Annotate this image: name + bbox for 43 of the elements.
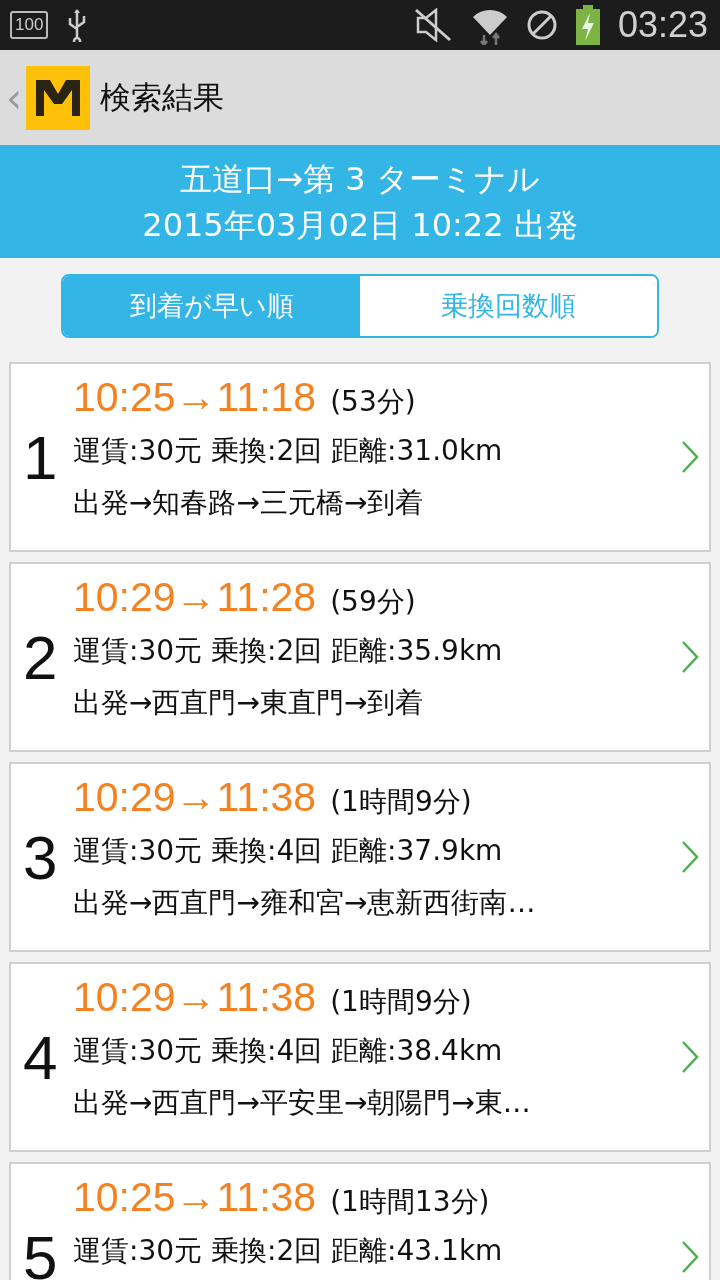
result-number: 4: [23, 1021, 59, 1093]
time-range: 10:25→11:38: [73, 1174, 317, 1221]
result-number: 5: [23, 1221, 59, 1280]
stops-text: 出発→西直門→雍和宮→恵新西街南…: [73, 885, 537, 921]
departure-text: 2015年03月02日 10:22 出発: [142, 204, 578, 246]
route-result-card[interactable]: 5 10:25→11:38 (1時間13分) 運賃:30元 乗換:2回 距離:43.1km: [9, 1162, 711, 1280]
route-text: 五道口→第 3 ターミナル: [180, 158, 540, 200]
route-result-card[interactable]: 1 10:25→11:18 (53分) 運賃:30元 乗換:2回 距離:31.0km 出発→知春路→三元橋→到着: [9, 362, 711, 552]
route-result-card[interactable]: 2 10:29→11:28 (59分) 運賃:30元 乗換:2回 距離:35.9km 出発→西直門→東直門→到着: [9, 562, 711, 752]
stops-text: 出発→西直門→平安里→朝陽門→東…: [73, 1085, 532, 1121]
clock-time: 03:23: [617, 4, 708, 46]
duration-text: (1時間13分): [330, 1184, 490, 1220]
time-range: 10:29→11:38: [73, 974, 317, 1021]
fare-summary: 運賃:30元 乗換:4回 距離:37.9km: [73, 833, 504, 869]
stops-text: 出発→西直門→東直門→到着: [73, 685, 425, 721]
route-result-card[interactable]: 4 10:29→11:38 (1時間9分) 運賃:30元 乗換:4回 距離:38.4km 出発→西直門→平安里→朝陽門→東…: [9, 962, 711, 1152]
result-number: 2: [23, 621, 59, 693]
muted-icon: [413, 8, 454, 42]
route-result-card[interactable]: 3 10:29→11:38 (1時間9分) 運賃:30元 乗換:4回 距離:37.9km 出発→西直門→雍和宮→恵新西街南…: [9, 762, 711, 952]
app-logo-icon[interactable]: [26, 65, 90, 130]
chevron-right-icon: [681, 1240, 699, 1274]
blocked-icon: [525, 9, 558, 41]
chevron-right-icon: [681, 1040, 699, 1074]
time-range: 10:29→11:28: [73, 574, 317, 621]
result-number: 3: [23, 821, 59, 893]
fare-summary: 運賃:30元 乗換:2回 距離:31.0km: [73, 433, 504, 469]
duration-text: (1時間9分): [330, 984, 472, 1020]
time-range: 10:25→11:18: [73, 374, 317, 421]
result-number: 1: [23, 421, 59, 493]
duration-text: (1時間9分): [330, 784, 472, 820]
fare-summary: 運賃:30元 乗換:2回 距離:35.9km: [73, 633, 504, 669]
battery-level-icon: 100: [10, 11, 49, 39]
chevron-right-icon: [681, 840, 699, 874]
fare-summary: 運賃:30元 乗換:4回 距離:38.4km: [73, 1033, 504, 1069]
fare-summary: 運賃:30元 乗換:2回 距離:43.1km: [73, 1233, 504, 1269]
chevron-right-icon: [681, 440, 699, 474]
battery-charging-icon: [575, 5, 600, 45]
chevron-right-icon: [681, 640, 699, 674]
time-range: 10:29→11:38: [73, 774, 317, 821]
screen-title: 検索結果: [100, 77, 224, 117]
duration-text: (53分): [330, 384, 416, 420]
duration-text: (59分): [330, 584, 416, 620]
stops-text: 出発→知春路→三元橋→到着: [73, 485, 425, 521]
